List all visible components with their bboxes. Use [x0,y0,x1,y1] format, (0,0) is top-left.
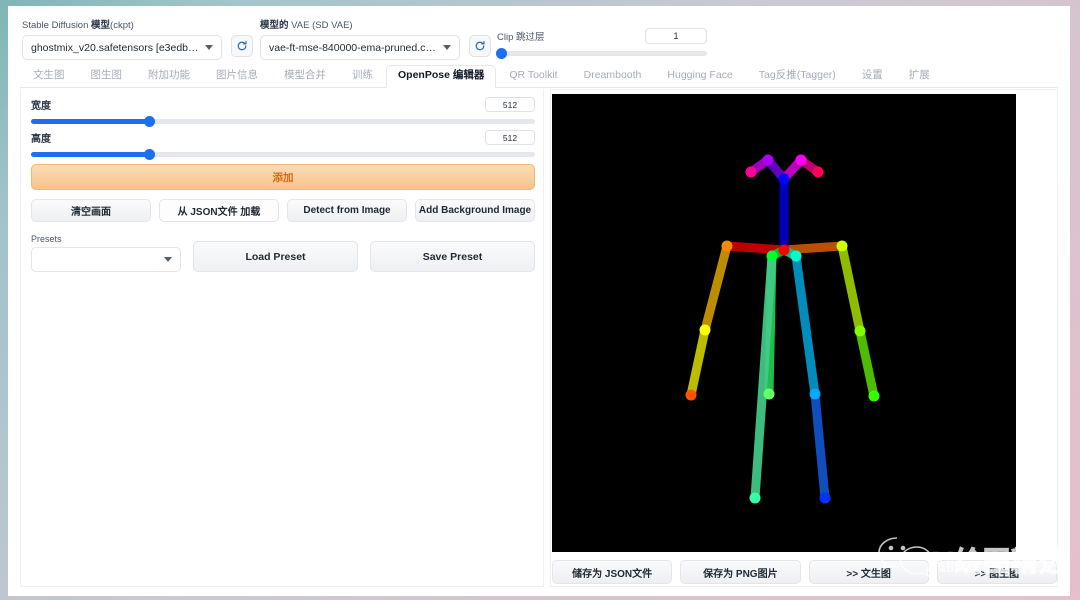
clip-skip-value[interactable]: 1 [645,28,707,44]
sd-vae-value: vae-ft-mse-840000-ema-pruned.ckpt [269,41,437,54]
chevron-down-icon [164,257,172,262]
width-slider[interactable] [31,116,535,127]
save-png-button[interactable]: 保存为 PNG图片 [680,560,801,584]
clip-skip-slider[interactable] [495,48,707,59]
keypoint-right-eye[interactable] [762,154,774,166]
tab-0[interactable]: 文生图 [20,66,78,87]
load-preset-button[interactable]: Load Preset [193,241,358,272]
clip-skip-label: Clip 跳过层 [497,32,545,43]
keypoint-nose[interactable] [778,173,790,185]
keypoint-left-ankle[interactable] [819,492,831,504]
load-json-button[interactable]: 从 JSON文件 加载 [159,199,279,222]
tab-11[interactable]: 设置 [849,66,896,87]
width-control: 宽度 512 [31,97,535,127]
keypoint-right-shoulder[interactable] [721,240,733,252]
openpose-canvas-panel: 储存为 JSON文件 保存为 PNG图片 >> 文生图 >> 图生图 [550,89,1058,587]
canvas-tools-row: 清空画面 从 JSON文件 加载 Detect from Image Add B… [31,199,535,222]
sd-vae-label: 模型的 VAE (SD VAE) [260,20,353,31]
height-value[interactable]: 512 [485,130,535,145]
width-label: 宽度 [31,101,51,112]
tab-9[interactable]: Hugging Face [654,66,745,87]
keypoint-left-wrist[interactable] [868,390,880,402]
model-toolbar: Stable Diffusion 模型(ckpt) ghostmix_v20.s… [8,6,1070,64]
width-value[interactable]: 512 [485,97,535,112]
tab-4[interactable]: 模型合并 [271,66,339,87]
height-label: 高度 [31,134,51,145]
add-person-button[interactable]: 添加 [31,164,535,190]
clear-canvas-button[interactable]: 清空画面 [31,199,151,222]
add-background-image-button[interactable]: Add Background Image [415,199,535,222]
chevron-down-icon [443,45,451,50]
limb-left-hip-left-knee [791,251,820,399]
tab-6[interactable]: OpenPose 编辑器 [386,65,497,88]
limb-right-elbow-right-wrist [686,325,710,400]
save-json-button[interactable]: 储存为 JSON文件 [552,560,673,584]
keypoint-right-elbow[interactable] [699,324,711,336]
keypoint-right-ear[interactable] [745,166,757,178]
chevron-down-icon [205,45,213,50]
send-to-img2img-button[interactable]: >> 图生图 [936,560,1057,584]
presets-row: Presets Load Preset Save Preset [31,234,535,272]
keypoint-right-hip[interactable] [766,250,778,262]
tab-10[interactable]: Tag反推(Tagger) [746,66,849,87]
height-slider-fill [31,152,150,157]
save-preset-button[interactable]: Save Preset [370,241,535,272]
sd-model-field: Stable Diffusion 模型(ckpt) ghostmix_v20.s… [22,20,222,60]
send-to-txt2img-button[interactable]: >> 文生图 [808,560,929,584]
height-control: 高度 512 [31,130,535,160]
sd-vae-select[interactable]: vae-ft-mse-840000-ema-pruned.ckpt [260,35,460,60]
pose-canvas[interactable] [552,94,1016,552]
refresh-icon [475,41,485,51]
sd-model-label: Stable Diffusion 模型(ckpt) [22,20,134,31]
main-tab-bar: 文生图 图生图 附加功能 图片信息 模型合并 训练 OpenPose 编辑器 QR Toolk… [20,65,1058,88]
keypoint-right-ankle[interactable] [749,492,761,504]
clip-skip-field: Clip 跳过层 1 [495,28,707,59]
canvas-actions-row: 储存为 JSON文件 保存为 PNG图片 >> 文生图 >> 图生图 [552,560,1057,584]
keypoint-left-knee[interactable] [809,388,821,400]
keypoint-right-knee[interactable] [763,388,775,400]
keypoint-left-ear[interactable] [812,166,824,178]
tab-12[interactable]: 扩展 [896,66,943,87]
tab-5[interactable]: 训练 [339,66,386,87]
presets-label: Presets [31,234,62,244]
presets-field: Presets [31,234,181,272]
app-window: Stable Diffusion 模型(ckpt) ghostmix_v20.s… [8,6,1070,596]
keypoint-neck[interactable] [778,244,790,256]
keypoint-left-shoulder[interactable] [836,240,848,252]
width-slider-knob[interactable] [143,116,155,127]
refresh-icon [237,41,247,51]
height-slider[interactable] [31,149,535,160]
tab-8[interactable]: Dreambooth [571,66,655,87]
limb-left-knee-left-ankle [810,389,830,503]
height-slider-knob[interactable] [143,149,155,160]
width-slider-fill [31,119,150,124]
sd-model-value: ghostmix_v20.safetensors [e3edb8a26f] [31,41,199,54]
refresh-model-button[interactable] [231,35,253,57]
openpose-controls-panel: 宽度 512 高度 512 添加 清空画面 从 JSON文件 加载 Detect… [20,89,544,587]
limb-left-shoulder-left-elbow [837,241,865,336]
sd-vae-field: 模型的 VAE (SD VAE) vae-ft-mse-840000-ema-p… [260,20,460,60]
keypoint-left-hip[interactable] [790,250,802,262]
keypoint-left-elbow[interactable] [854,325,866,337]
keypoint-right-wrist[interactable] [685,389,697,401]
tab-7[interactable]: QR Toolkit [496,66,570,87]
pose-skeleton[interactable] [552,94,1016,552]
tab-1[interactable]: 图生图 [78,66,136,87]
tab-3[interactable]: 图片信息 [203,66,271,87]
presets-select[interactable] [31,247,181,272]
tab-2[interactable]: 附加功能 [135,66,203,87]
limb-right-shoulder-right-elbow [700,241,732,335]
limb-left-elbow-left-wrist [855,326,879,401]
detect-from-image-button[interactable]: Detect from Image [287,199,407,222]
refresh-vae-button[interactable] [469,35,491,57]
clip-skip-slider-knob[interactable] [495,48,507,59]
sd-model-select[interactable]: ghostmix_v20.safetensors [e3edb8a26f] [22,35,222,60]
keypoint-left-eye[interactable] [795,154,807,166]
